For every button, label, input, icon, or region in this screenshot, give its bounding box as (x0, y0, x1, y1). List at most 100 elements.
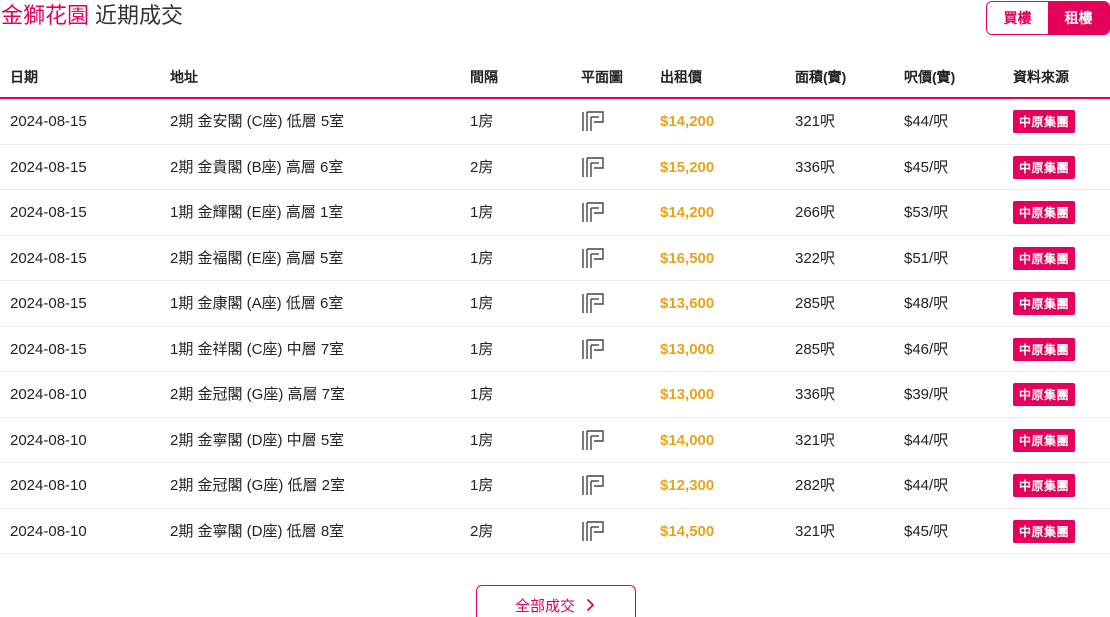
row-address: 1期 金康閣 (A座) 低層 6室 (170, 295, 344, 312)
table-header: 日期 地址 間隔 平面圖 出租價 面積(實) 呎價(實) 資料來源 (0, 55, 1110, 99)
row-area: 322呎 (795, 249, 836, 267)
row-date: 2024-08-10 (10, 431, 87, 449)
row-unit-price: $51/呎 (904, 249, 949, 267)
row-rooms: 2房 (470, 522, 494, 540)
page-title: 金獅花園 近期成交 (1, 3, 183, 31)
row-area: 282呎 (795, 477, 836, 494)
column-header-date: 日期 (10, 69, 38, 85)
row-rooms: 1房 (470, 295, 494, 312)
title-suffix: 近期成交 (95, 4, 184, 29)
buy-rent-toggle: 買樓 租樓 (986, 1, 1110, 35)
buy-toggle-button[interactable]: 買樓 (987, 2, 1048, 34)
transactions-table: 日期 地址 間隔 平面圖 出租價 面積(實) 呎價(實) 資料來源 2024-0… (0, 55, 1110, 554)
row-rooms: 1房 (470, 113, 494, 130)
table-row: 2024-08-10 2期 金寧閣 (D座) 低層 8室 2房 $14,500 321呎… (0, 509, 1110, 554)
floorplan-icon[interactable] (581, 337, 605, 361)
row-address: 1期 金輝閣 (E座) 高層 1室 (170, 204, 344, 221)
row-price: $13,600 (660, 295, 715, 312)
row-unit-price: $46/呎 (904, 340, 949, 358)
column-header-area: 面積(實) (795, 69, 847, 85)
row-date: 2024-08-15 (10, 249, 87, 267)
source-badge: 中原集團 (1013, 110, 1075, 133)
floorplan-icon[interactable] (581, 246, 605, 270)
row-date: 2024-08-10 (10, 386, 87, 403)
row-area: 285呎 (795, 340, 836, 358)
all-transactions-button[interactable]: 全部成交 (476, 585, 636, 617)
row-area: 336呎 (795, 158, 836, 176)
row-rooms: 2房 (470, 158, 494, 176)
source-badge: 中原集團 (1013, 246, 1075, 270)
row-rooms: 1房 (470, 386, 494, 403)
row-rooms: 1房 (470, 204, 494, 221)
source-badge: 中原集團 (1013, 428, 1075, 452)
table-row: 2024-08-10 2期 金冠閣 (G座) 低層 2室 1房 $12,300 282呎… (0, 463, 1110, 509)
floorplan-icon[interactable] (581, 200, 605, 224)
row-price: $14,000 (660, 431, 715, 449)
floorplan-icon[interactable] (581, 155, 605, 179)
row-date: 2024-08-10 (10, 477, 87, 494)
row-price: $16,500 (660, 249, 715, 267)
row-unit-price: $44/呎 (904, 431, 949, 449)
row-unit-price: $44/呎 (904, 113, 949, 130)
row-area: 285呎 (795, 295, 836, 312)
source-badge: 中原集團 (1013, 474, 1075, 497)
row-unit-price: $44/呎 (904, 477, 949, 494)
table-row: 2024-08-10 2期 金寧閣 (D座) 中層 5室 1房 $14,000 321呎… (0, 418, 1110, 463)
table-row: 2024-08-15 1期 金康閣 (A座) 低層 6室 1房 $13,600 285呎… (0, 281, 1110, 327)
row-area: 321呎 (795, 522, 836, 540)
row-price: $14,500 (660, 522, 715, 540)
row-date: 2024-08-10 (10, 522, 87, 540)
table-row: 2024-08-15 2期 金福閣 (E座) 高層 5室 1房 $16,500 322呎… (0, 236, 1110, 281)
row-date: 2024-08-15 (10, 204, 87, 221)
row-unit-price: $53/呎 (904, 204, 949, 221)
all-transactions-label: 全部成交 (514, 597, 575, 615)
row-address: 2期 金寧閣 (D座) 中層 5室 (170, 431, 345, 449)
row-rooms: 1房 (470, 431, 494, 449)
row-address: 2期 金安閣 (C座) 低層 5室 (170, 113, 345, 130)
column-header-source: 資料來源 (1013, 69, 1069, 85)
floorplan-icon[interactable] (581, 109, 605, 133)
row-date: 2024-08-15 (10, 295, 87, 312)
row-rooms: 1房 (470, 477, 494, 494)
floorplan-icon[interactable] (581, 428, 605, 452)
row-unit-price: $48/呎 (904, 295, 949, 312)
rent-toggle-button[interactable]: 租樓 (1048, 2, 1109, 34)
source-badge: 中原集團 (1013, 292, 1075, 315)
row-rooms: 1房 (470, 249, 494, 267)
table-row: 2024-08-15 1期 金輝閣 (E座) 高層 1室 1房 $14,200 266呎… (0, 190, 1110, 236)
row-date: 2024-08-15 (10, 113, 87, 130)
row-area: 321呎 (795, 113, 836, 130)
table-row: 2024-08-15 2期 金安閣 (C座) 低層 5室 1房 $14,200 321呎… (0, 99, 1110, 145)
chevron-right-icon (587, 599, 594, 611)
column-header-rooms: 間隔 (470, 69, 498, 85)
row-price: $13,000 (660, 340, 715, 358)
table-body: 2024-08-15 2期 金安閣 (C座) 低層 5室 1房 $14,200 321呎… (0, 99, 1110, 554)
page-header: 金獅花園 近期成交 買樓 租樓 (0, 0, 1110, 40)
row-address: 2期 金寧閣 (D座) 低層 8室 (170, 522, 345, 540)
row-address: 2期 金冠閣 (G座) 低層 2室 (170, 477, 346, 494)
source-badge: 中原集團 (1013, 337, 1075, 361)
row-address: 2期 金福閣 (E座) 高層 5室 (170, 249, 344, 267)
row-price: $14,200 (660, 204, 715, 221)
row-date: 2024-08-15 (10, 340, 87, 358)
row-price: $15,200 (660, 158, 715, 176)
table-row: 2024-08-15 1期 金祥閣 (C座) 中層 7室 1房 $13,000 285呎… (0, 327, 1110, 372)
row-unit-price: $45/呎 (904, 522, 949, 540)
source-badge: 中原集團 (1013, 519, 1075, 543)
row-unit-price: $39/呎 (904, 386, 949, 403)
source-badge: 中原集團 (1013, 155, 1075, 179)
row-address: 2期 金貴閣 (B座) 高層 6室 (170, 158, 344, 176)
estate-name: 金獅花園 (1, 4, 90, 29)
row-unit-price: $45/呎 (904, 158, 949, 176)
row-price: $12,300 (660, 477, 715, 494)
row-address: 2期 金冠閣 (G座) 高層 7室 (170, 386, 346, 403)
floorplan-icon[interactable] (581, 291, 605, 315)
table-row: 2024-08-15 2期 金貴閣 (B座) 高層 6室 2房 $15,200 336呎… (0, 145, 1110, 190)
row-rooms: 1房 (470, 340, 494, 358)
row-price: $13,000 (660, 386, 715, 403)
row-area: 336呎 (795, 386, 836, 403)
floorplan-icon[interactable] (581, 519, 605, 543)
row-area: 266呎 (795, 204, 836, 221)
column-header-floorplan: 平面圖 (581, 69, 623, 85)
floorplan-icon[interactable] (581, 473, 605, 497)
